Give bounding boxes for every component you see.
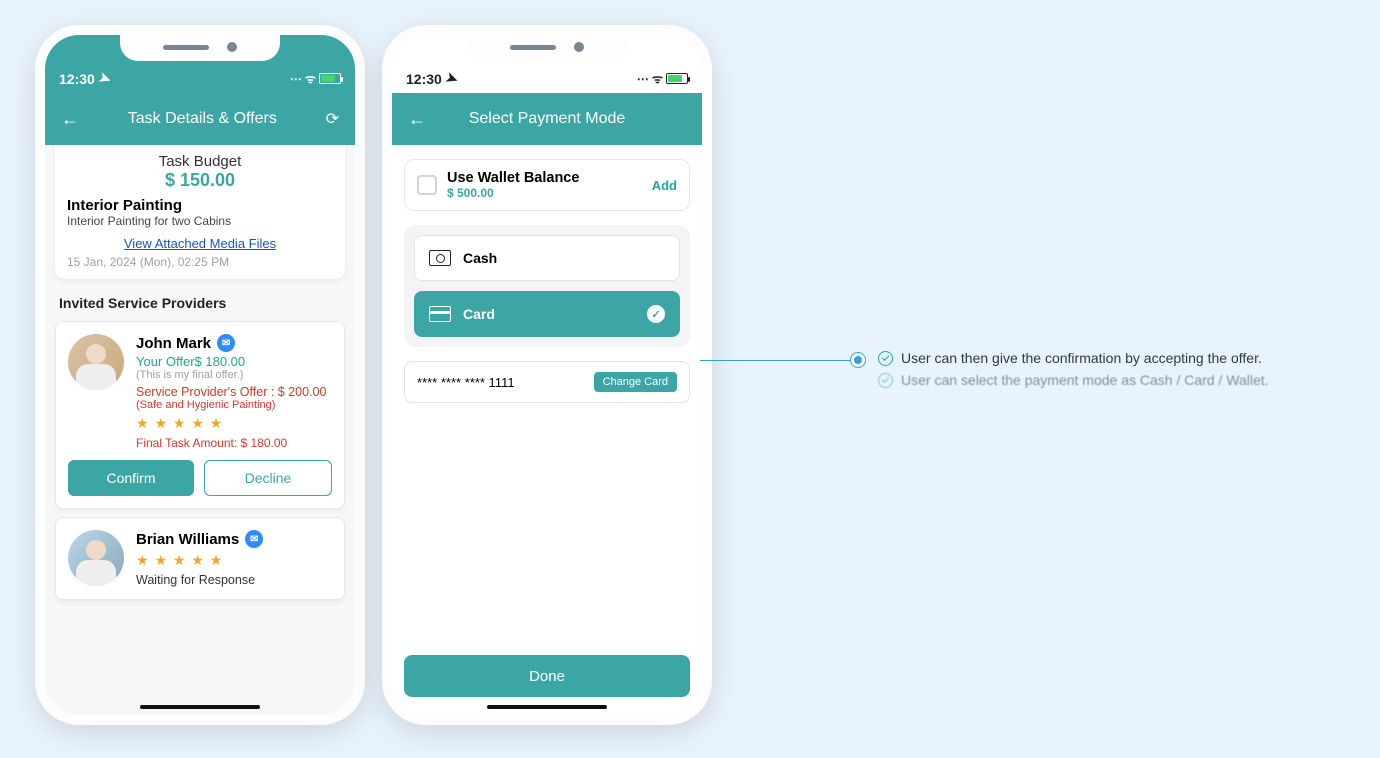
screen-body: Task Budget $ 150.00 Interior Painting I…: [45, 145, 355, 715]
home-indicator[interactable]: [140, 705, 260, 709]
annotation-list: User can then give the confirmation by a…: [878, 350, 1269, 394]
refresh-button[interactable]: ⟳: [326, 109, 339, 129]
back-button[interactable]: ←: [61, 109, 79, 130]
device-notch: [467, 33, 627, 61]
section-title: Invited Service Providers: [45, 287, 355, 313]
avatar: [68, 530, 124, 586]
location-icon: ➤: [443, 69, 460, 89]
payment-options: Cash Card ✓: [404, 225, 690, 347]
wifi-icon: ⋯ ᯤ: [290, 70, 316, 87]
provider-card-1: John Mark ✉ Your Offer$ 180.00 (This is m…: [55, 321, 345, 509]
card-icon: [429, 306, 451, 322]
annotation-text: User can then give the confirmation by a…: [901, 350, 1262, 366]
chat-icon[interactable]: ✉: [217, 334, 235, 352]
wallet-checkbox[interactable]: [417, 175, 437, 195]
pay-option-cash[interactable]: Cash: [414, 235, 680, 281]
nav-bar: ← Select Payment Mode: [392, 93, 702, 145]
screen-body: Use Wallet Balance $ 500.00 Add Cash Car…: [392, 145, 702, 715]
check-icon: [878, 351, 893, 366]
masked-card-number: **** **** **** 1111: [417, 375, 515, 390]
avatar: [68, 334, 124, 390]
status-time: 12:30: [59, 71, 95, 87]
nav-title: Select Payment Mode: [426, 110, 668, 128]
rating-stars: ★ ★ ★ ★ ★: [136, 415, 332, 432]
sp-offer: Service Provider's Offer : $ 200.00: [136, 385, 332, 399]
device-notch: [120, 33, 280, 61]
change-card-button[interactable]: Change Card: [594, 372, 677, 392]
annotation-text: User can select the payment mode as Cash…: [901, 372, 1269, 388]
back-button[interactable]: ←: [408, 109, 426, 130]
waiting-status: Waiting for Response: [136, 573, 332, 587]
your-offer-note: (This is my final offer.): [136, 369, 332, 381]
cash-icon: [429, 250, 451, 266]
provider-card-2: Brian Williams ✉ ★ ★ ★ ★ ★ Waiting for Re…: [55, 517, 345, 600]
budget-label: Task Budget: [67, 153, 333, 170]
chat-icon[interactable]: ✉: [245, 530, 263, 548]
decline-button[interactable]: Decline: [204, 460, 332, 496]
home-indicator[interactable]: [487, 705, 607, 709]
wallet-title: Use Wallet Balance: [447, 170, 642, 186]
saved-card-row: **** **** **** 1111 Change Card: [404, 361, 690, 403]
budget-amount: $ 150.00: [67, 170, 333, 191]
annotation-connector: [700, 360, 850, 361]
final-amount: Final Task Amount: $ 180.00: [136, 436, 332, 450]
nav-bar: ← Task Details & Offers ⟳: [45, 93, 355, 145]
task-title: Interior Painting: [67, 197, 333, 214]
battery-icon: [666, 73, 688, 84]
phone-task-details: 12:30➤ ⋯ ᯤ ← Task Details & Offers ⟳ Tas…: [35, 25, 365, 725]
confirm-button[interactable]: Confirm: [68, 460, 194, 496]
card-label: Card: [463, 306, 495, 322]
rating-stars: ★ ★ ★ ★ ★: [136, 552, 332, 569]
task-description: Interior Painting for two Cabins: [67, 214, 333, 228]
wallet-balance: $ 500.00: [447, 186, 642, 200]
phone-payment-mode: 12:30➤ ⋯ ᯤ ← Select Payment Mode Use Wal…: [382, 25, 712, 725]
task-budget-card: Task Budget $ 150.00 Interior Painting I…: [55, 145, 345, 279]
battery-icon: [319, 73, 341, 84]
wallet-row[interactable]: Use Wallet Balance $ 500.00 Add: [404, 159, 690, 211]
add-wallet-link[interactable]: Add: [652, 178, 677, 193]
wifi-icon: ⋯ ᯤ: [637, 70, 663, 87]
nav-title: Task Details & Offers: [79, 110, 326, 128]
pay-option-card[interactable]: Card ✓: [414, 291, 680, 337]
selected-check-icon: ✓: [647, 305, 665, 323]
location-icon: ➤: [96, 69, 113, 89]
sp-offer-note: (Safe and Hygienic Painting): [136, 399, 332, 411]
provider-name: Brian Williams: [136, 531, 239, 548]
status-time: 12:30: [406, 71, 442, 87]
cash-label: Cash: [463, 250, 497, 266]
view-media-link[interactable]: View Attached Media Files: [67, 236, 333, 251]
annotation-dot: [850, 352, 866, 368]
provider-name: John Mark: [136, 335, 211, 352]
task-timestamp: 15 Jan, 2024 (Mon), 02:25 PM: [67, 255, 333, 269]
check-icon: [878, 373, 893, 388]
your-offer: Your Offer$ 180.00: [136, 354, 332, 369]
done-button[interactable]: Done: [404, 655, 690, 697]
